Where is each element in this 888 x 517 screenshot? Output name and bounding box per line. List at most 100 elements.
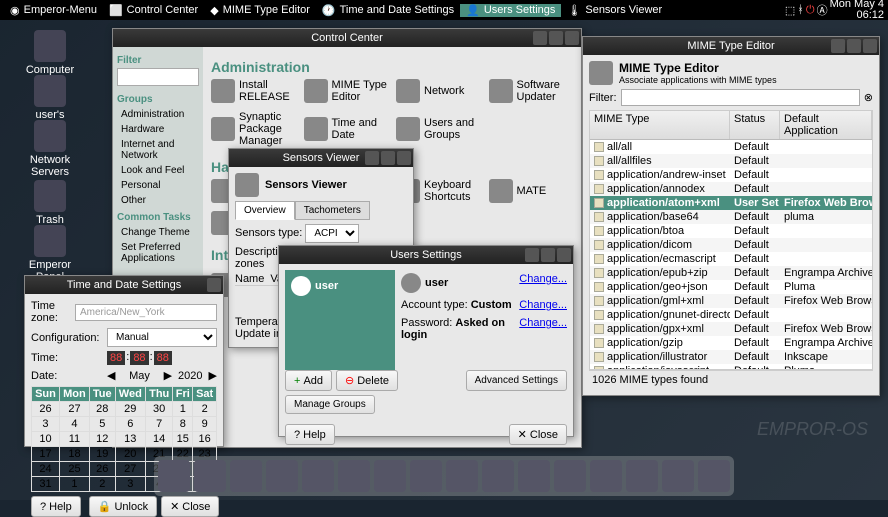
maximize-icon[interactable] <box>847 39 861 53</box>
mime-row[interactable]: all/allfilesDefault <box>590 154 872 168</box>
bluetooth-icon[interactable]: ᚼ <box>797 4 804 16</box>
calendar-day[interactable]: 17 <box>32 447 60 462</box>
tab-overview[interactable]: Overview <box>235 201 295 220</box>
dock-item[interactable] <box>338 460 370 492</box>
help-button[interactable]: ?Help <box>285 424 335 445</box>
calendar-day[interactable]: 3 <box>115 477 146 492</box>
mime-row[interactable]: application/gnunet-directoryDefault <box>590 308 872 322</box>
dock-item[interactable] <box>230 460 262 492</box>
dock-item[interactable] <box>554 460 586 492</box>
dock-item[interactable] <box>482 460 514 492</box>
cc-item[interactable]: Time and Date <box>304 111 389 147</box>
calendar-day[interactable]: 1 <box>173 402 193 417</box>
cc-item[interactable]: Synaptic Package Manager <box>211 111 296 147</box>
calendar-day[interactable]: 11 <box>59 432 89 447</box>
dock-item[interactable] <box>410 460 442 492</box>
next-year-icon[interactable]: ▶ <box>209 369 217 382</box>
taskbar-item[interactable]: 🌡Sensors Viewer <box>561 4 668 17</box>
calendar-day[interactable]: 8 <box>173 417 193 432</box>
taskbar-item-active[interactable]: 👤Users Settings <box>460 4 561 17</box>
col-header[interactable]: MIME Type <box>590 111 730 139</box>
taskbar-item[interactable]: ◆MIME Type Editor <box>204 4 316 17</box>
calendar-day[interactable]: 16 <box>193 432 217 447</box>
dock-item[interactable] <box>266 460 298 492</box>
cc-item[interactable]: Install RELEASE <box>211 79 296 103</box>
mime-row[interactable]: application/epub+zipDefaultEngrampa Arch… <box>590 266 872 280</box>
taskbar-item[interactable]: 🕐Time and Date Settings <box>316 4 460 17</box>
time-digit[interactable]: 88 <box>154 351 172 365</box>
time-digit[interactable]: 88 <box>107 351 125 365</box>
mime-row[interactable]: application/gpx+xmlDefaultFirefox Web Br… <box>590 322 872 336</box>
calendar-day[interactable]: 5 <box>89 417 115 432</box>
mime-row[interactable]: all/allDefault <box>590 140 872 154</box>
mime-row[interactable]: application/base64Defaultpluma <box>590 210 872 224</box>
calendar-day[interactable]: 9 <box>193 417 217 432</box>
accessibility-icon[interactable]: Ⓐ <box>817 2 828 18</box>
power-icon[interactable]: ⏻ <box>806 4 815 17</box>
dock-item[interactable] <box>698 460 730 492</box>
calendar-day[interactable]: 27 <box>59 402 89 417</box>
prev-month-icon[interactable]: ◀ <box>107 369 115 382</box>
cc-item[interactable]: Users and Groups <box>396 111 481 147</box>
clear-icon[interactable]: ⊗ <box>864 91 873 104</box>
minimize-icon[interactable] <box>831 39 845 53</box>
calendar-day[interactable]: 2 <box>193 402 217 417</box>
mime-row[interactable]: application/annodexDefault <box>590 182 872 196</box>
maximize-icon[interactable] <box>381 151 395 165</box>
mime-row[interactable]: application/gzipDefaultEngrampa Archive … <box>590 336 872 350</box>
mime-row[interactable]: application/ecmascriptDefault <box>590 252 872 266</box>
sidebar-item[interactable]: Other <box>117 193 199 208</box>
close-icon[interactable] <box>397 151 411 165</box>
filter-input[interactable] <box>117 68 199 86</box>
mime-row[interactable]: application/atom+xmlUser SetFirefox Web … <box>590 196 872 210</box>
calendar-day[interactable]: 7 <box>146 417 173 432</box>
close-icon[interactable] <box>565 31 579 45</box>
dock-item[interactable] <box>158 460 190 492</box>
sidebar-item[interactable]: Look and Feel <box>117 163 199 178</box>
calendar-day[interactable]: 19 <box>89 447 115 462</box>
calendar-day[interactable]: 2 <box>89 477 115 492</box>
calendar-day[interactable]: 1 <box>59 477 89 492</box>
col-header[interactable]: Status <box>730 111 780 139</box>
sidebar-item[interactable]: Hardware <box>117 122 199 137</box>
change-name-link[interactable]: Change... <box>519 273 567 293</box>
sensors-type-select[interactable]: ACPI <box>305 224 359 243</box>
maximize-icon[interactable] <box>549 31 563 45</box>
tray-icon[interactable]: ⬚ <box>785 4 795 17</box>
desktop-icon[interactable]: Network Servers <box>20 120 80 178</box>
calendar-day[interactable]: 24 <box>32 462 60 477</box>
calendar-day[interactable]: 14 <box>146 432 173 447</box>
dock-item[interactable] <box>518 460 550 492</box>
change-pwd-link[interactable]: Change... <box>519 317 567 341</box>
help-button[interactable]: ?Help <box>31 496 81 517</box>
cc-item[interactable]: MIME Type Editor <box>304 79 389 103</box>
close-icon[interactable] <box>557 248 571 262</box>
dock-item[interactable] <box>374 460 406 492</box>
sidebar-item[interactable]: Set Preferred Applications <box>117 240 199 266</box>
calendar-day[interactable]: 20 <box>115 447 146 462</box>
advanced-button[interactable]: Advanced Settings <box>466 370 567 391</box>
calendar-day[interactable]: 25 <box>59 462 89 477</box>
calendar-day[interactable]: 12 <box>89 432 115 447</box>
mime-row[interactable]: application/illustratorDefaultInkscape <box>590 350 872 364</box>
dock-item[interactable] <box>590 460 622 492</box>
calendar-day[interactable]: 26 <box>89 462 115 477</box>
manage-groups-button[interactable]: Manage Groups <box>285 395 375 414</box>
calendar-day[interactable]: 26 <box>32 402 60 417</box>
sidebar-item[interactable]: Personal <box>117 178 199 193</box>
minimize-icon[interactable] <box>365 151 379 165</box>
calendar-day[interactable]: 10 <box>32 432 60 447</box>
desktop-icon[interactable]: Trash <box>20 180 80 226</box>
titlebar[interactable]: Users Settings <box>279 246 573 264</box>
titlebar[interactable]: Time and Date Settings <box>25 276 223 294</box>
sidebar-item[interactable]: Internet and Network <box>117 137 199 163</box>
calendar-day[interactable]: 4 <box>59 417 89 432</box>
close-button[interactable]: ✕Close <box>161 496 219 517</box>
cc-item[interactable]: Software Updater <box>489 79 574 103</box>
calendar-day[interactable]: 13 <box>115 432 146 447</box>
close-icon[interactable] <box>207 278 221 292</box>
calendar-day[interactable]: 15 <box>173 432 193 447</box>
calendar-day[interactable]: 28 <box>89 402 115 417</box>
unlock-button[interactable]: 🔒Unlock <box>89 496 157 517</box>
calendar-day[interactable]: 3 <box>32 417 60 432</box>
